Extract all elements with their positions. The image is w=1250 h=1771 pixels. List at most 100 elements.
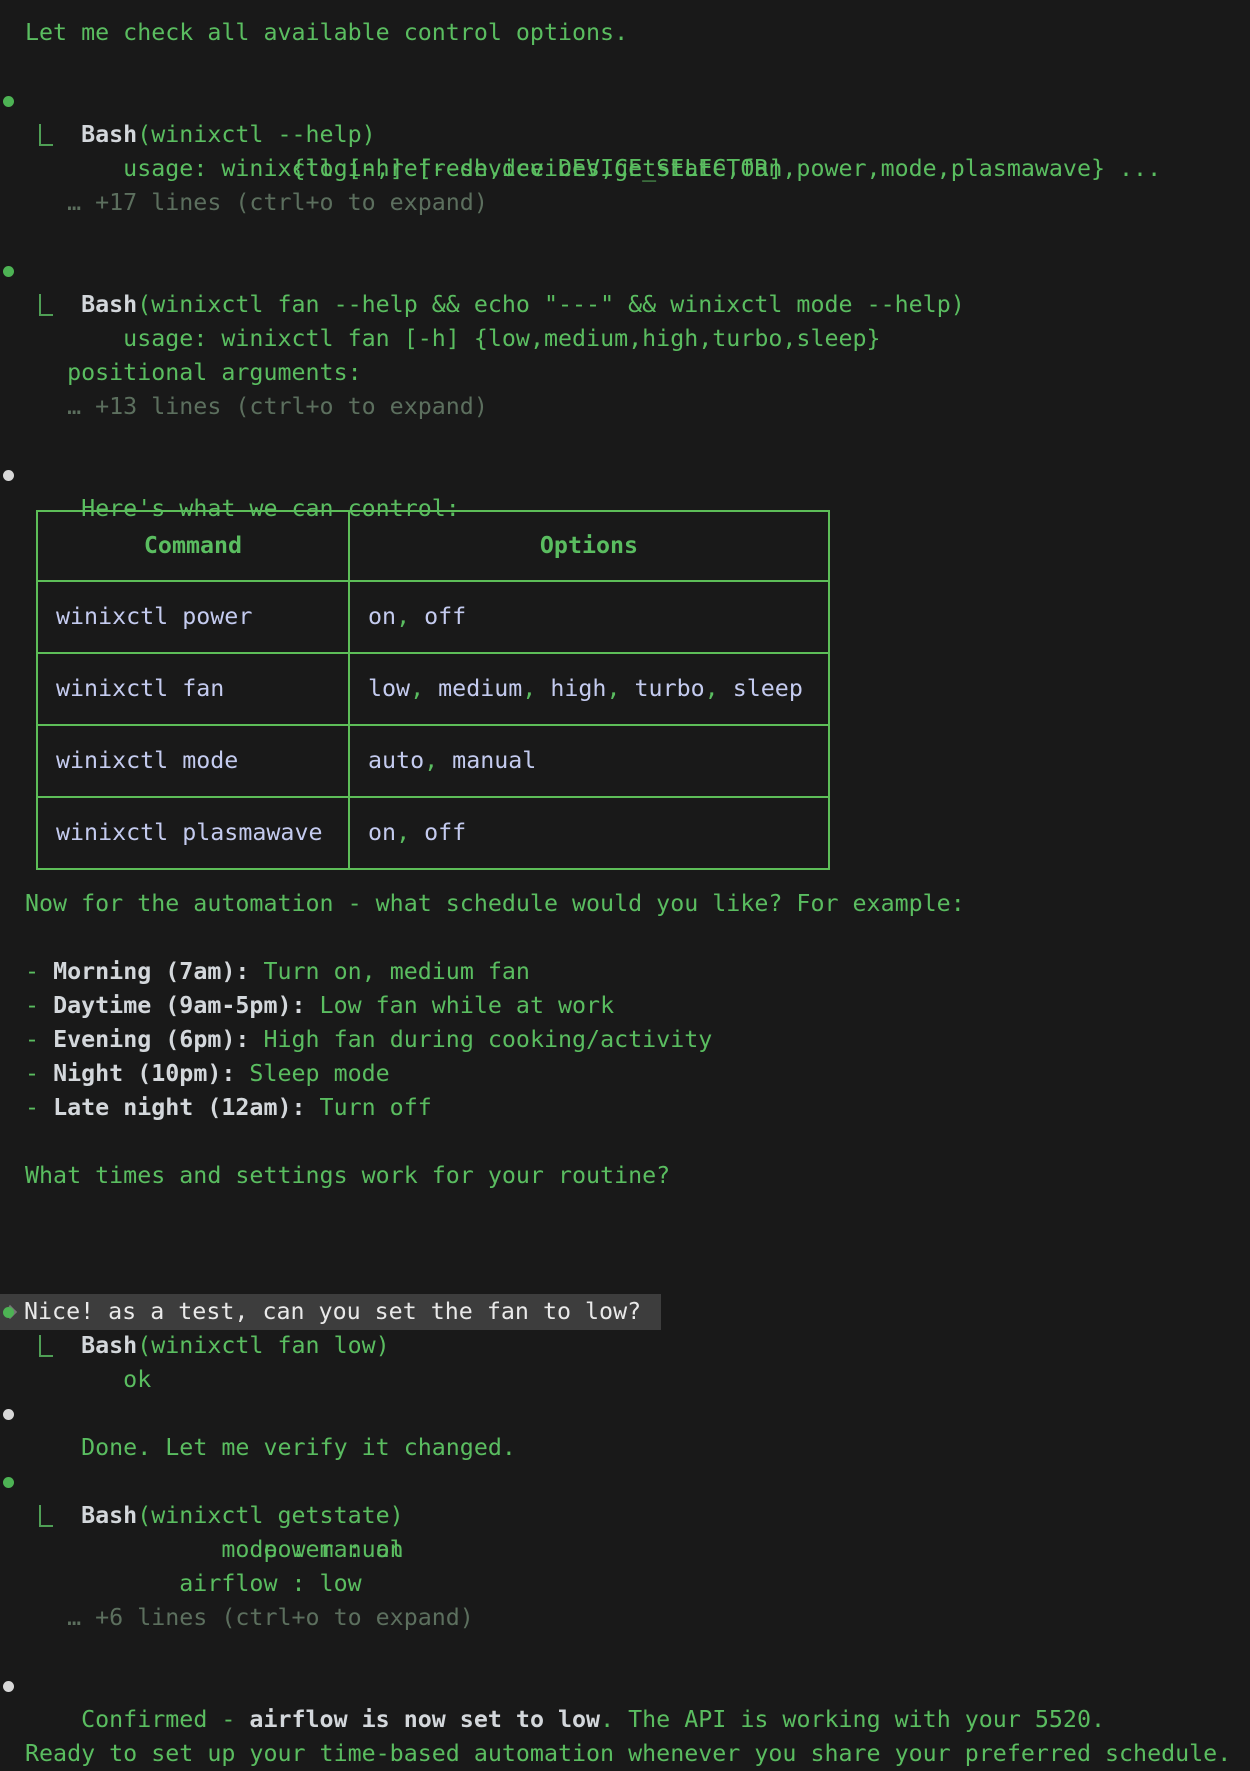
- schedule-item: - Night (10pm): Sleep mode: [0, 1057, 1250, 1091]
- blank-line: [0, 1125, 1250, 1159]
- table-cell-command: winixctl mode: [37, 725, 349, 797]
- option-code: medium: [438, 675, 522, 702]
- table-cell-command: winixctl power: [37, 581, 349, 653]
- bash-help-output-line: usage: winixctl [-h] [--device DEVICE_SE…: [0, 118, 1250, 152]
- list-dash: -: [25, 958, 53, 985]
- assistant-text: Now for the automation - what schedule w…: [25, 890, 965, 917]
- blank-line: [0, 220, 1250, 254]
- option-code: turbo: [635, 675, 705, 702]
- option-separator: ,: [522, 675, 550, 702]
- table-cell-options: on, off: [349, 797, 829, 869]
- user-message-line: Nice! as a test, can you set the fan to …: [0, 1227, 1250, 1261]
- assistant-verify-note: Done. Let me verify it changed.: [0, 1397, 1250, 1431]
- terminal: Let me check all available control optio…: [0, 0, 1250, 1771]
- blank-line: [0, 424, 1250, 458]
- schedule-label: Evening (6pm):: [53, 1026, 249, 1053]
- bash-help-output-line: {login,refresh,devices,getstate,fan,powe…: [0, 152, 1250, 186]
- assistant-control-intro: Here's what we can control:: [0, 458, 1250, 492]
- bash-fan-mode-help-output-line: positional arguments:: [0, 356, 1250, 390]
- schedule-item: - Daytime (9am-5pm): Low fan while at wo…: [0, 989, 1250, 1023]
- assistant-confirmation: Confirmed - airflow is now set to low. T…: [0, 1669, 1250, 1703]
- output-elbow-icon: [39, 1505, 53, 1527]
- bash-fan-mode-help-output-line: usage: winixctl fan [-h] {low,medium,hig…: [0, 288, 1250, 322]
- option-separator: ,: [396, 819, 424, 846]
- assistant-text: Ready to set up your time-based automati…: [25, 1740, 1231, 1767]
- blank-line: [0, 1431, 1250, 1465]
- tool-bullet-icon: [3, 96, 14, 107]
- routine-question-line: What times and settings work for your ro…: [0, 1159, 1250, 1193]
- hint-text: … +13 lines (ctrl+o to expand): [25, 393, 488, 420]
- message-bullet-icon: [3, 1681, 14, 1692]
- bash-fan-low-call: Bash(winixctl fan low): [0, 1295, 1250, 1329]
- option-code: sleep: [733, 675, 803, 702]
- schedule-item: - Late night (12am): Turn off: [0, 1091, 1250, 1125]
- list-dash: -: [25, 992, 53, 1019]
- output-elbow-icon: [39, 1335, 53, 1357]
- option-code: manual: [452, 747, 536, 774]
- output-text: {login,refresh,devices,getstate,fan,powe…: [25, 155, 1161, 182]
- option-code: low: [368, 675, 410, 702]
- output-text: mode : manual: [25, 1536, 404, 1563]
- assistant-text: Let me check all available control optio…: [25, 19, 628, 46]
- tool-bullet-icon: [3, 1477, 14, 1488]
- option-code: on: [368, 819, 396, 846]
- schedule-label: Late night (12am):: [53, 1094, 305, 1121]
- option-separator: ,: [424, 747, 452, 774]
- blank-line: [0, 322, 1250, 356]
- list-dash: -: [25, 1094, 53, 1121]
- output-expand-hint: … +6 lines (ctrl+o to expand): [0, 1601, 1250, 1635]
- message-bullet-icon: [3, 470, 14, 481]
- output-text: airflow : low: [25, 1570, 362, 1597]
- list-dash: -: [25, 1026, 53, 1053]
- schedule-label: Night (10pm):: [53, 1060, 235, 1087]
- table-row: winixctl power on, off: [37, 581, 829, 653]
- blank-line: [0, 1261, 1250, 1295]
- schedule-item: - Evening (6pm): High fan during cooking…: [0, 1023, 1250, 1057]
- blank-line: [0, 1635, 1250, 1669]
- table-row: winixctl mode auto, manual: [37, 725, 829, 797]
- blank-line: [0, 1193, 1250, 1227]
- blank-line: [0, 921, 1250, 955]
- table-cell-command: winixctl plasmawave: [37, 797, 349, 869]
- option-code: high: [550, 675, 606, 702]
- blank-line: [0, 1363, 1250, 1397]
- table-cell-options: auto, manual: [349, 725, 829, 797]
- table-cell-command: winixctl fan: [37, 653, 349, 725]
- command-code: winixctl fan: [56, 675, 224, 702]
- output-expand-hint: … +13 lines (ctrl+o to expand): [0, 390, 1250, 424]
- table-row: winixctl fan low, medium, high, turbo, s…: [37, 653, 829, 725]
- option-code: on: [368, 603, 396, 630]
- control-options-table: Command Options winixctl power on, off w…: [36, 510, 830, 870]
- assistant-intro-line: Let me check all available control optio…: [0, 16, 1250, 50]
- output-elbow-icon: [39, 124, 53, 146]
- command-code: winixctl plasmawave: [56, 819, 323, 846]
- output-text: positional arguments:: [25, 359, 362, 386]
- message-bullet-icon: [3, 1409, 14, 1420]
- option-code: off: [424, 603, 466, 630]
- schedule-label: Daytime (9am-5pm):: [53, 992, 305, 1019]
- option-separator: ,: [606, 675, 634, 702]
- schedule-value: Turn on, medium fan: [249, 958, 530, 985]
- table-row: winixctl plasmawave on, off: [37, 797, 829, 869]
- schedule-value: Sleep mode: [235, 1060, 389, 1087]
- bash-help-call: Bash(winixctl --help): [0, 84, 1250, 118]
- getstate-output-line: power : on: [0, 1499, 1250, 1533]
- automation-prompt-line: Now for the automation - what schedule w…: [0, 887, 1250, 921]
- getstate-output-line: mode : manual: [0, 1533, 1250, 1567]
- table-cell-options: on, off: [349, 581, 829, 653]
- hint-text: … +17 lines (ctrl+o to expand): [25, 189, 488, 216]
- option-separator: ,: [410, 675, 438, 702]
- list-dash: -: [25, 1060, 53, 1087]
- blank-line: [0, 1703, 1250, 1737]
- output-elbow-icon: [39, 294, 53, 316]
- schedule-value: Low fan while at work: [306, 992, 615, 1019]
- option-code: auto: [368, 747, 424, 774]
- bash-fan-low-output-line: ok: [0, 1329, 1250, 1363]
- tool-bullet-icon: [3, 266, 14, 277]
- option-separator: ,: [705, 675, 733, 702]
- getstate-output-line: airflow : low: [0, 1567, 1250, 1601]
- command-code: winixctl mode: [56, 747, 238, 774]
- assistant-text: What times and settings work for your ro…: [25, 1162, 670, 1189]
- schedule-value: High fan during cooking/activity: [249, 1026, 712, 1053]
- tool-bullet-icon: [3, 1307, 14, 1318]
